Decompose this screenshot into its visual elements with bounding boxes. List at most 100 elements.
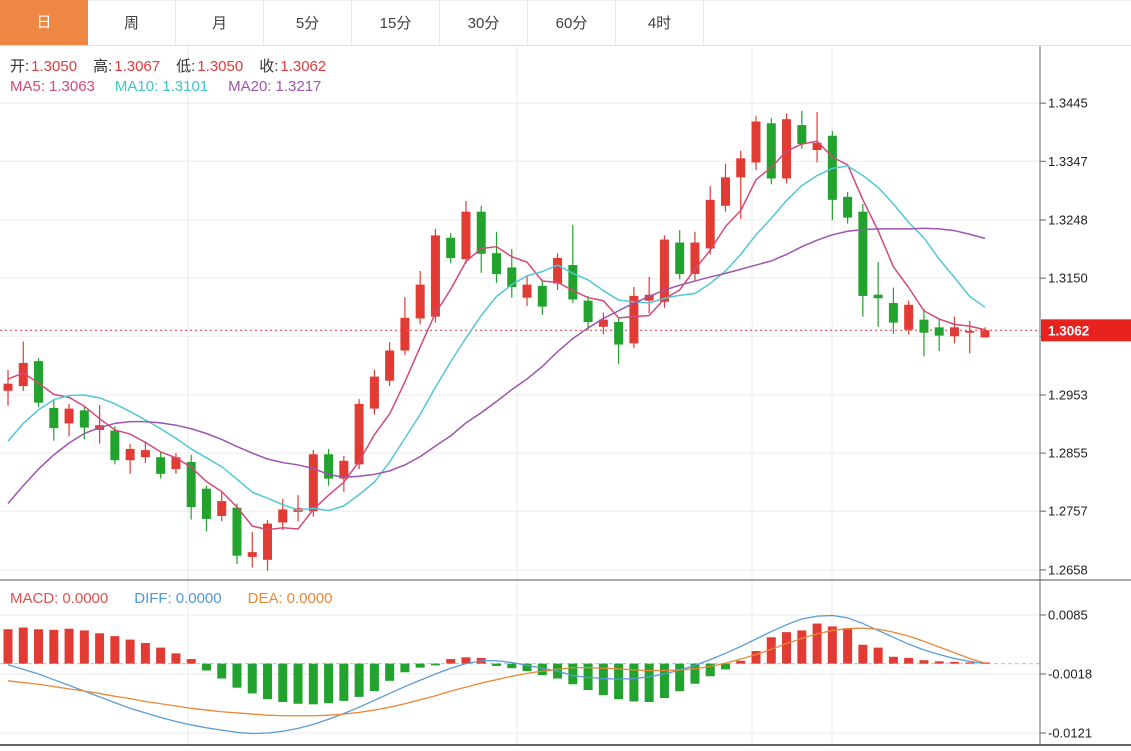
candle-body	[461, 212, 470, 259]
candle-body	[965, 331, 974, 333]
tab-5min[interactable]: 5分	[264, 0, 352, 45]
candle-body	[309, 454, 318, 511]
macd-bar	[919, 660, 928, 663]
timeframe-tabbar: 日 周 月 5分 15分 30分 60分 4时	[0, 0, 1131, 46]
y-axis-label: 1.2757	[1048, 504, 1088, 519]
macd-bar	[278, 664, 287, 702]
y-axis-label: 1.2855	[1048, 446, 1088, 461]
macd-bar	[232, 664, 241, 688]
macd-axis-label: -0.0018	[1048, 666, 1092, 681]
candle-body	[675, 243, 684, 274]
candle-body	[614, 322, 623, 345]
candle-body	[706, 200, 715, 249]
macd-value: 0.0000	[62, 590, 108, 607]
macd-bar	[385, 664, 394, 681]
ma5-label: MA5:	[10, 78, 45, 95]
candle-body	[843, 197, 852, 218]
candle-body	[156, 457, 165, 474]
macd-bar	[721, 664, 730, 670]
candle-body	[446, 238, 455, 258]
ma20-legend: MA20: 1.3217	[228, 78, 321, 95]
ma-line-ma5	[8, 141, 985, 529]
chart-area[interactable]: 1.34451.33471.32481.31501.30521.29531.28…	[0, 46, 1131, 751]
tab-15min[interactable]: 15分	[352, 0, 440, 45]
candle-body	[874, 295, 883, 299]
candle-body	[736, 158, 745, 177]
dea-value: 0.0000	[287, 590, 333, 607]
candle-body	[4, 384, 13, 391]
candle-body	[202, 489, 211, 519]
ohlc-high-value: 1.3067	[114, 58, 160, 75]
tab-60min[interactable]: 60分	[528, 0, 616, 45]
macd-bar	[416, 664, 425, 668]
macd-bar	[309, 664, 318, 705]
ohlc-low-value: 1.3050	[197, 58, 243, 75]
ma5-legend: MA5:1.3063	[10, 78, 95, 95]
ohlc-open: 开:1.3050	[10, 55, 77, 76]
candle-body	[278, 509, 287, 522]
macd-bar	[34, 629, 43, 663]
ohlc-low: 低:1.3050	[176, 55, 243, 76]
macd-bar	[904, 658, 913, 664]
macd-bar	[675, 664, 684, 692]
candle-body	[660, 240, 669, 302]
macd-bar	[370, 664, 379, 692]
candle-body	[370, 377, 379, 409]
macd-bar	[339, 664, 348, 701]
ma20-label: MA20:	[228, 78, 271, 95]
candle-body	[187, 462, 196, 507]
macd-label: MACD:	[10, 590, 58, 607]
macd-bar	[782, 632, 791, 664]
candle-body	[110, 431, 119, 461]
macd-bar	[80, 630, 89, 663]
ma20-value: 1.3217	[276, 78, 322, 95]
ohlc-close-label: 收:	[259, 58, 278, 75]
macd-bar	[95, 633, 104, 663]
tab-30min[interactable]: 30分	[440, 0, 528, 45]
ohlc-open-label: 开:	[10, 58, 29, 75]
candle-body	[400, 318, 409, 351]
ma10-legend: MA10:1.3101	[115, 78, 208, 95]
chart-canvas[interactable]: 1.34451.33471.32481.31501.30521.29531.28…	[0, 46, 1131, 751]
candle-body	[385, 350, 394, 380]
tab-monthly[interactable]: 月	[176, 0, 264, 45]
macd-bar	[187, 659, 196, 664]
macd-bar	[950, 662, 959, 664]
macd-bar	[446, 659, 455, 664]
ohlc-info-row: 开:1.3050 高:1.3067 低:1.3050 收:1.3062	[10, 55, 342, 76]
ohlc-low-label: 低:	[176, 58, 195, 75]
y-axis-label: 1.2953	[1048, 387, 1088, 402]
macd-bar	[507, 664, 516, 669]
candle-body	[339, 461, 348, 479]
macd-bar	[248, 664, 257, 694]
macd-bar	[736, 661, 745, 664]
macd-bar	[202, 664, 211, 671]
tab-weekly[interactable]: 周	[88, 0, 176, 45]
candle-body	[553, 258, 562, 284]
tab-4hour[interactable]: 4时	[616, 0, 704, 45]
macd-bar	[568, 664, 577, 685]
kline-app: 日 周 月 5分 15分 30分 60分 4时 1.34451.33471.32…	[0, 0, 1131, 751]
macd-bar	[400, 664, 409, 673]
y-axis-label: 1.3248	[1048, 212, 1088, 227]
macd-legend: MACD:0.0000	[10, 590, 108, 607]
candle-body	[65, 409, 74, 424]
y-axis-label: 1.3445	[1048, 96, 1088, 111]
tab-daily[interactable]: 日	[0, 0, 88, 45]
candle-body	[950, 327, 959, 336]
candle-body	[889, 303, 898, 323]
candle-body	[782, 119, 791, 178]
candle-body	[217, 501, 226, 516]
macd-bar	[110, 636, 119, 664]
macd-bar	[645, 664, 654, 702]
ohlc-high-label: 高:	[93, 58, 112, 75]
macd-bar	[65, 629, 74, 664]
macd-bar	[813, 624, 822, 664]
macd-bar	[156, 648, 165, 664]
ma-line-ma10	[8, 166, 985, 511]
candle-body	[858, 212, 867, 296]
ma10-label: MA10:	[115, 78, 158, 95]
macd-bar	[263, 664, 272, 700]
candle-body	[49, 408, 58, 428]
dea-legend: DEA:0.0000	[248, 590, 333, 607]
